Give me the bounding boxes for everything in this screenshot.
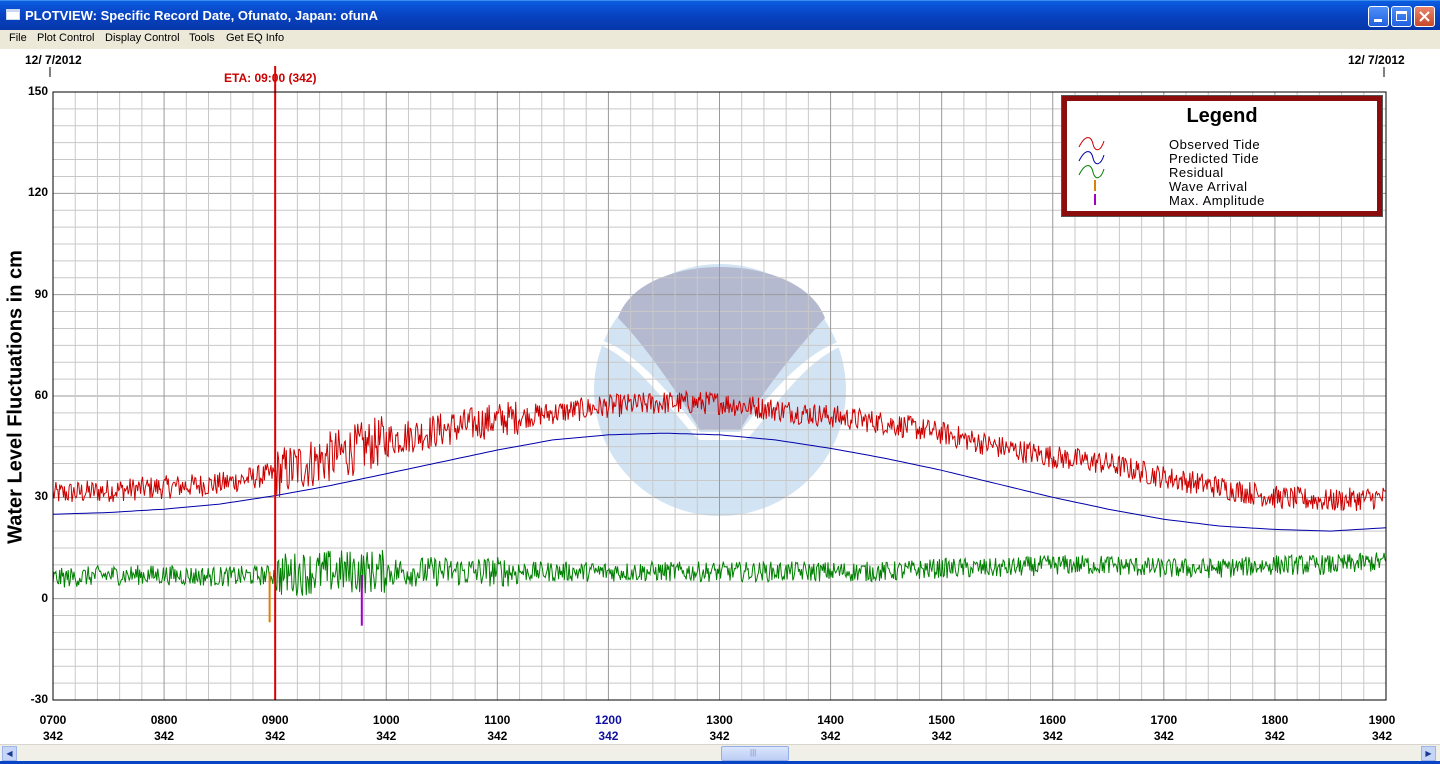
eta-label: ETA: 09:00 (342): [224, 71, 317, 85]
x-tick-label: 1900 342: [1352, 712, 1412, 744]
x-tick-time: 1700: [1150, 713, 1178, 727]
y-tick-label: 0: [41, 590, 48, 605]
close-button[interactable]: [1414, 6, 1435, 27]
legend: Legend Observed Tide Predicted Tide Resi…: [1061, 95, 1383, 217]
x-tick-day: 342: [1371, 729, 1393, 743]
minimize-icon: [1374, 19, 1382, 22]
x-tick-label: 1200 342: [578, 712, 638, 744]
x-tick-label: 0900 342: [245, 712, 305, 744]
date-label-right: 12/ 7/2012: [1348, 53, 1405, 67]
y-tick-label: -30: [30, 692, 48, 706]
x-tick-day: 342: [265, 729, 286, 743]
menu-bar: File Plot Control Display Control Tools …: [0, 30, 1440, 49]
y-tick-label: 90: [34, 286, 48, 301]
x-tick-label: 1700 342: [1134, 712, 1194, 744]
horizontal-scrollbar[interactable]: ◀ ||| ▶: [0, 744, 1440, 762]
menu-display-control[interactable]: Display Control: [105, 32, 180, 44]
x-tick-time: 1200: [595, 713, 622, 727]
x-tick-time: 1800: [1261, 713, 1289, 727]
x-tick-day: 342: [42, 729, 64, 743]
y-tick-label: 30: [34, 489, 48, 504]
x-tick-day: 342: [1042, 729, 1063, 743]
x-tick-day: 342: [376, 729, 397, 743]
x-tick-label: 0700 342: [23, 712, 83, 744]
menu-file[interactable]: File: [9, 32, 27, 44]
legend-item-predicted-tide: Predicted Tide: [1169, 151, 1260, 166]
scroll-grip-icon: |||: [750, 748, 757, 757]
x-tick-day: 342: [598, 729, 619, 743]
x-tick-label: 1600 342: [1023, 712, 1083, 744]
legend-title: Legend: [1186, 105, 1258, 127]
wave-arrival-legend-icon: [1094, 180, 1096, 191]
maximize-button[interactable]: [1391, 6, 1412, 27]
x-tick-time: 0800: [150, 713, 178, 727]
x-tick-time: 1300: [706, 713, 733, 727]
menu-plot-control[interactable]: Plot Control: [37, 32, 94, 44]
legend-item-max-amplitude: Max. Amplitude: [1169, 193, 1265, 208]
x-tick-label: 1500 342: [912, 712, 972, 744]
x-tick-day: 342: [931, 729, 952, 743]
x-tick-label: 1000 342: [356, 712, 416, 744]
menu-tools[interactable]: Tools: [189, 32, 215, 44]
x-tick-time: 1900: [1368, 713, 1396, 727]
x-tick-label: 1300 342: [690, 712, 750, 744]
x-tick-time: 0900: [261, 713, 289, 727]
x-tick-day: 342: [1153, 729, 1174, 743]
predicted-tide-legend-icon: [1078, 151, 1105, 165]
y-tick-label: 60: [34, 388, 48, 402]
x-tick-day: 342: [709, 729, 730, 743]
x-tick-time: 1500: [928, 713, 955, 727]
window-title: PLOTVIEW: Specific Record Date, Ofunato,…: [25, 8, 378, 23]
app-icon: [6, 9, 20, 20]
y-tick-label: 120: [27, 185, 48, 200]
x-tick-label: 0800 342: [134, 712, 194, 744]
close-icon: [1419, 11, 1430, 22]
x-tick-label: 1100 342: [467, 712, 527, 744]
x-tick-label: 1800 342: [1245, 712, 1305, 744]
x-tick-time: 1100: [484, 713, 511, 727]
legend-item-wave-arrival: Wave Arrival: [1169, 179, 1248, 194]
x-tick-day: 342: [820, 729, 841, 743]
observed-tide-legend-icon: [1078, 137, 1105, 151]
scroll-left-button[interactable]: ◀: [2, 746, 17, 761]
menu-get-eq-info[interactable]: Get EQ Info: [226, 32, 284, 44]
scroll-right-button[interactable]: ▶: [1421, 746, 1436, 761]
x-tick-day: 342: [154, 729, 175, 743]
x-tick-time: 1000: [372, 713, 400, 727]
x-tick-label: 1400 342: [801, 712, 861, 744]
date-label-left: 12/ 7/2012: [25, 53, 82, 67]
x-tick-day: 342: [487, 729, 508, 743]
max-amplitude-legend-icon: [1094, 194, 1096, 205]
y-tick-label: 150: [27, 84, 48, 98]
x-tick-time: 0700: [39, 713, 67, 727]
x-tick-time: 1600: [1039, 713, 1067, 727]
x-tick-day: 342: [1264, 729, 1285, 743]
residual-legend-icon: [1078, 165, 1105, 179]
minimize-button[interactable]: [1368, 6, 1389, 27]
legend-item-observed-tide: Observed Tide: [1169, 137, 1261, 152]
maximize-icon: [1396, 11, 1407, 21]
x-tick-time: 1400: [817, 713, 844, 727]
scroll-thumb[interactable]: |||: [721, 746, 789, 761]
legend-item-residual: Residual: [1169, 165, 1224, 180]
title-bar: PLOTVIEW: Specific Record Date, Ofunato,…: [0, 0, 1440, 30]
